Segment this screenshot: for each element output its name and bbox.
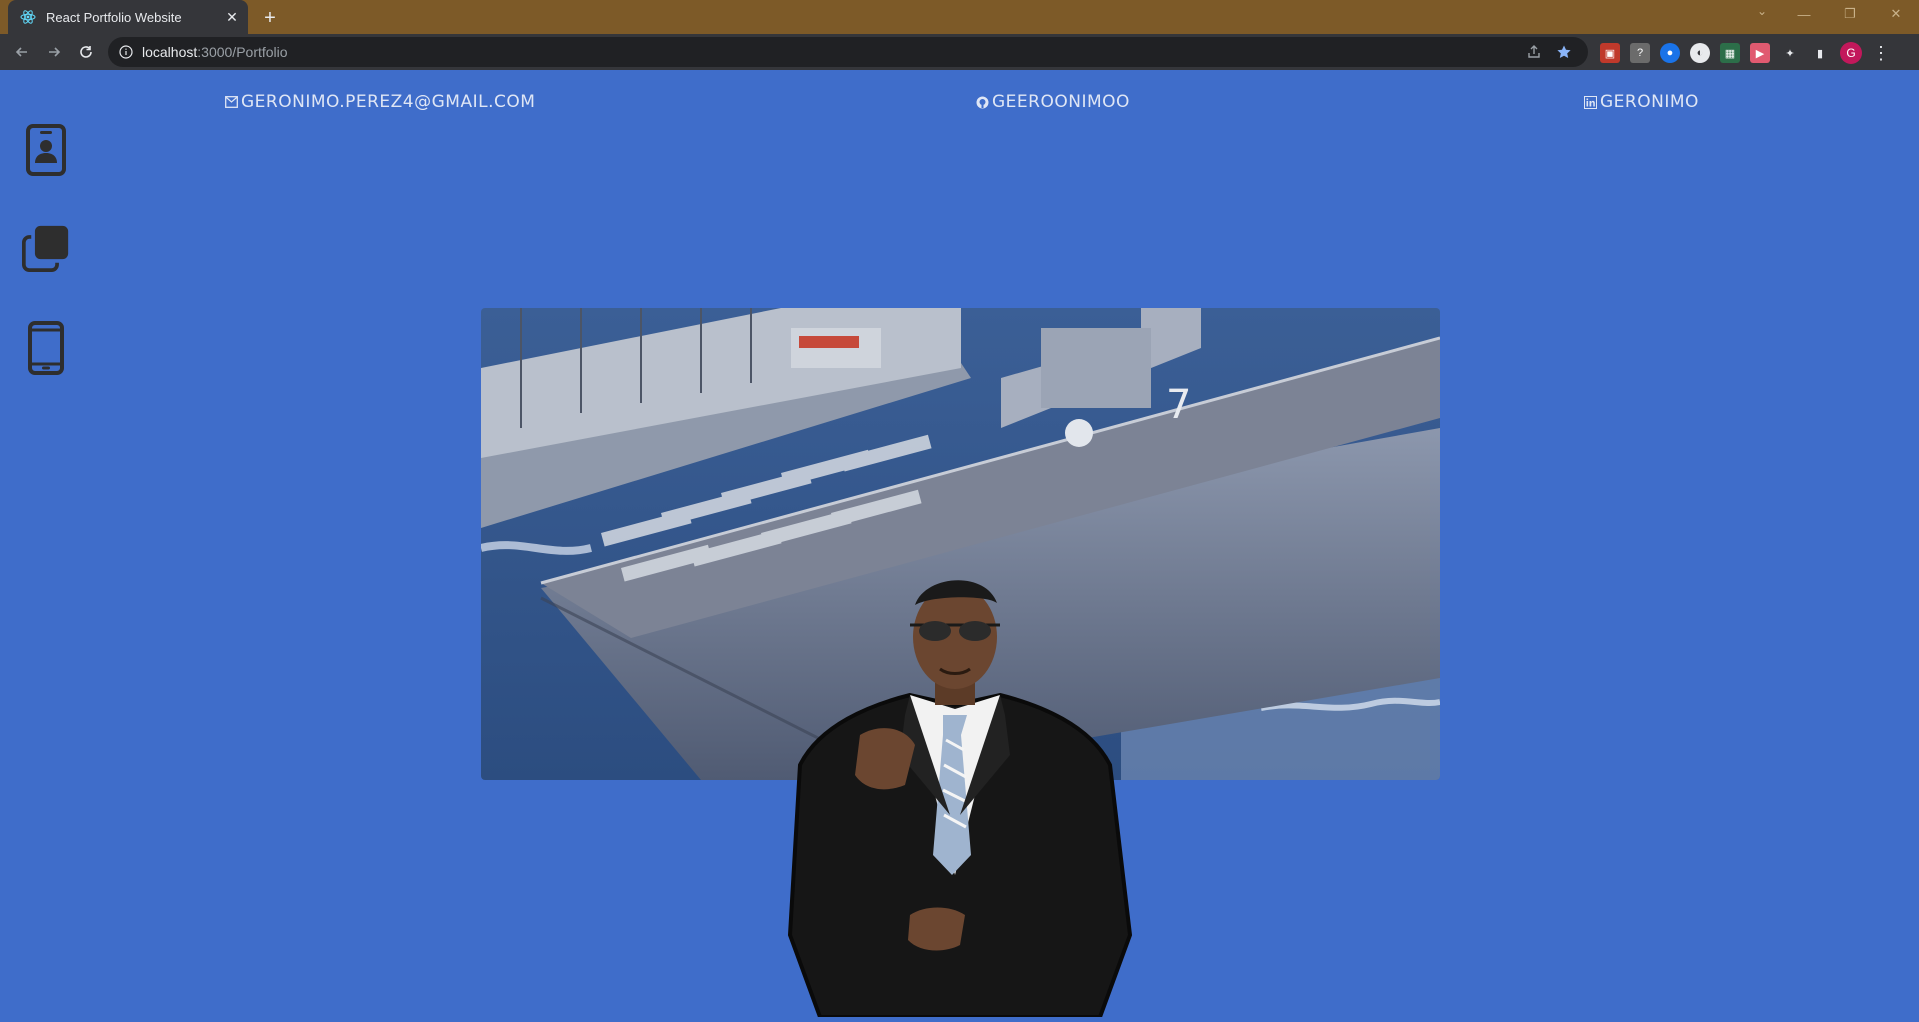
github-link[interactable]: Geeroonimoo xyxy=(975,92,1130,112)
email-link[interactable]: geronimo.perez4@gmail.com xyxy=(224,92,535,112)
new-tab-icon[interactable]: + xyxy=(258,6,282,30)
minimize-icon[interactable]: — xyxy=(1781,0,1827,28)
linkedin-icon xyxy=(1583,95,1597,109)
share-icon[interactable] xyxy=(1526,44,1542,63)
extension-circle-icon[interactable]: ◐ xyxy=(1690,43,1710,63)
svg-text:7: 7 xyxy=(1166,382,1191,428)
extension-help-icon[interactable]: ? xyxy=(1630,43,1650,63)
site-info-icon[interactable] xyxy=(118,44,134,60)
reload-icon[interactable] xyxy=(74,40,98,64)
bookmark-star-icon[interactable] xyxy=(1556,44,1572,63)
tab-close-icon[interactable]: ✕ xyxy=(222,7,242,27)
phone-icon[interactable] xyxy=(22,321,70,375)
browser-menu-icon[interactable]: ⋮ xyxy=(1872,43,1890,64)
window-controls: — ❐ ✕ xyxy=(1781,0,1919,28)
browser-tab[interactable]: React Portfolio Website ✕ xyxy=(8,0,248,34)
extension-blue-icon[interactable]: ● xyxy=(1660,43,1680,63)
contact-card-icon[interactable] xyxy=(22,124,70,176)
extension-image-icon[interactable]: ▦ xyxy=(1720,43,1740,63)
portfolio-copy-icon[interactable] xyxy=(22,222,70,274)
address-bar[interactable]: localhost:3000/Portfolio xyxy=(108,37,1588,67)
extensions-bar: ▣ ? ● ◐ ▦ ▶ ✦ ▮ G ⋮ xyxy=(1600,42,1890,64)
contact-bar: geronimo.perez4@gmail.com Geeroonimoo Ge… xyxy=(0,92,1919,122)
github-text: Geeroonimoo xyxy=(992,92,1130,112)
email-text: geronimo.perez4@gmail.com xyxy=(241,92,536,112)
profile-avatar[interactable]: G xyxy=(1840,42,1862,64)
tab-title: React Portfolio Website xyxy=(46,9,182,25)
url-host: localhost xyxy=(142,44,198,60)
linkedin-link[interactable]: Geronimo xyxy=(1583,92,1699,112)
extension-gift-icon[interactable]: ▣ xyxy=(1600,43,1620,63)
extensions-puzzle-icon[interactable]: ✦ xyxy=(1780,43,1800,63)
browser-titlebar: React Portfolio Website ✕ + ⌄ — ❐ ✕ xyxy=(0,0,1919,34)
react-icon xyxy=(20,9,36,25)
forward-icon[interactable] xyxy=(42,40,66,64)
browser-toolbar: localhost:3000/Portfolio ▣ ? ● ◐ ▦ ▶ ✦ ▮… xyxy=(0,34,1919,70)
restore-icon[interactable]: ❐ xyxy=(1827,0,1873,28)
extension-record-icon[interactable]: ▶ xyxy=(1750,43,1770,63)
url-path: :3000/Portfolio xyxy=(197,44,288,60)
email-icon xyxy=(224,95,238,109)
portrait-photo xyxy=(760,565,1150,1019)
github-icon xyxy=(975,95,989,109)
close-window-icon[interactable]: ✕ xyxy=(1873,0,1919,28)
portfolio-page: geronimo.perez4@gmail.com Geeroonimoo Ge… xyxy=(0,70,1919,1019)
linkedin-text: Geronimo xyxy=(1600,92,1699,112)
side-panel-icon[interactable]: ▮ xyxy=(1810,43,1830,63)
back-icon[interactable] xyxy=(10,40,34,64)
tab-search-icon[interactable]: ⌄ xyxy=(1757,4,1767,18)
